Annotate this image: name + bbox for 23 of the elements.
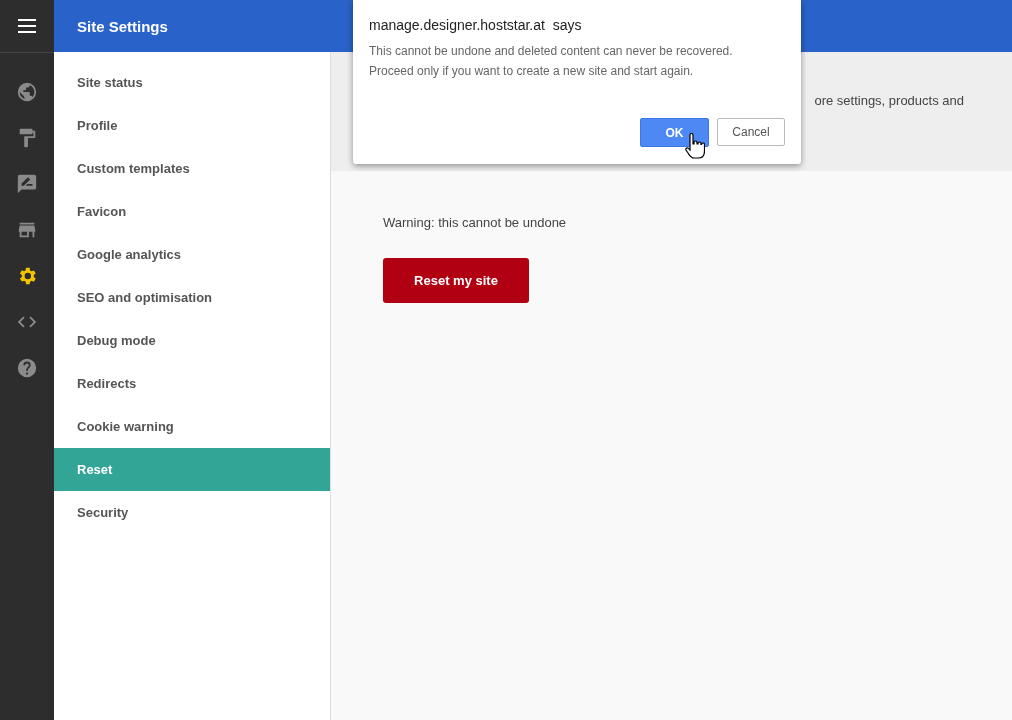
- dialog-message: This cannot be undone and deleted content can never be recovered.: [369, 43, 734, 60]
- nav-item[interactable]: Debug mode: [54, 319, 330, 362]
- reset-button[interactable]: Reset my site: [383, 258, 529, 303]
- nav-item[interactable]: Favicon: [54, 190, 330, 233]
- comment-edit-icon[interactable]: [16, 173, 38, 195]
- globe-icon[interactable]: [16, 81, 38, 103]
- help-icon[interactable]: [16, 357, 38, 379]
- nav-item[interactable]: Profile: [54, 104, 330, 147]
- nav-item[interactable]: Cookie warning: [54, 405, 330, 448]
- nav-item[interactable]: Site status: [54, 61, 330, 104]
- dialog-message: Proceed only if you want to create a new site and start again.: [369, 63, 695, 80]
- nav-item[interactable]: Google analytics: [54, 233, 330, 276]
- menu-icon[interactable]: [18, 19, 36, 33]
- nav-item[interactable]: Redirects: [54, 362, 330, 405]
- banner-text: ore settings, products and: [814, 93, 964, 108]
- nav-item[interactable]: Security: [54, 491, 330, 534]
- cancel-button[interactable]: Cancel: [717, 118, 785, 146]
- hand-cursor-icon: [685, 133, 705, 159]
- page-title: Site Settings: [77, 17, 168, 35]
- dialog-title: manage.designer.hoststar.at says: [369, 17, 583, 33]
- nav-item[interactable]: Custom templates: [54, 147, 330, 190]
- warning-text: Warning: this cannot be undone: [383, 215, 567, 230]
- nav-item[interactable]: SEO and optimisation: [54, 276, 330, 319]
